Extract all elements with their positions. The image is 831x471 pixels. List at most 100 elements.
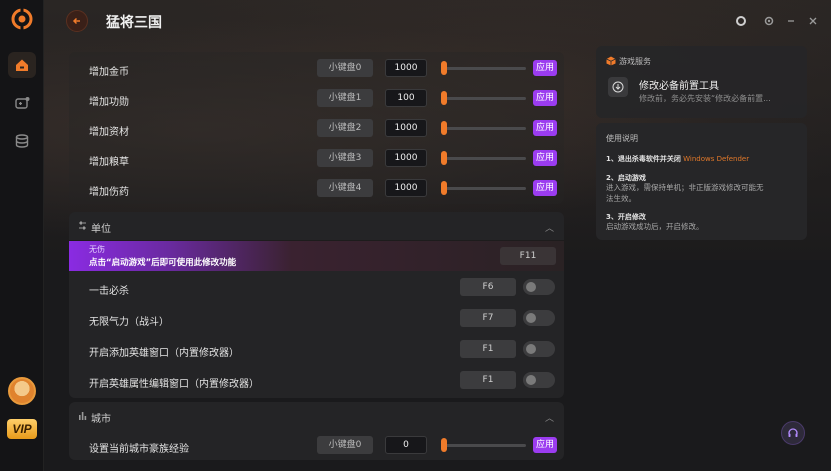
resource-label: 增加粮草	[89, 157, 129, 168]
resource-slider-handle[interactable]	[441, 181, 447, 195]
step2-text: 进入游戏，需保持单机；非正版游戏修改可能无法生效。	[606, 183, 764, 203]
unit-section-header[interactable]: 单位 ︿	[69, 212, 564, 240]
resource-hotkey[interactable]: 小键盘3	[317, 149, 373, 167]
close-button[interactable]	[806, 14, 820, 28]
arrow-left-icon	[72, 17, 80, 25]
chart-icon	[79, 412, 87, 420]
game-service-card: 游戏服务 修改必备前置工具 修改前，务必先安装“修改必备前置...	[596, 46, 807, 118]
download-icon	[612, 81, 624, 93]
chevron-up-icon: ︿	[544, 414, 554, 424]
sidebar: VIP	[0, 0, 44, 471]
unit-option-hotkey[interactable]: F1	[460, 340, 516, 358]
apply-button[interactable]: 应用	[533, 150, 557, 166]
resource-value-input[interactable]: 100	[385, 89, 427, 107]
page-title: 猛将三国	[106, 15, 162, 31]
unit-option-toggle[interactable]	[523, 310, 555, 326]
launch-notice-banner: 无伤 点击“启动游戏”后即可使用此修改功能 F11	[69, 241, 564, 271]
step3-text: 启动游戏成功后，开启修改。	[606, 222, 704, 231]
unit-option-toggle[interactable]	[523, 341, 555, 357]
tool-title[interactable]: 修改必备前置工具	[639, 77, 719, 92]
instructions-header: 使用说明	[606, 134, 638, 143]
unit-option-hotkey[interactable]: F6	[460, 278, 516, 296]
resource-value-input[interactable]: 1000	[385, 149, 427, 167]
unit-rows-panel: 一击必杀 F6 无限气力（战斗） F7 开启添加英雄窗口（内置修改器） F1 开…	[69, 271, 564, 398]
step1-highlight: Windows Defender	[683, 155, 750, 163]
city-value-input[interactable]: 0	[385, 436, 427, 454]
banner-tag: 无伤	[89, 245, 105, 254]
chevron-up-icon: ︿	[544, 224, 554, 234]
resource-slider-handle[interactable]	[441, 91, 447, 105]
download-button[interactable]	[608, 77, 628, 97]
user-avatar[interactable]	[8, 377, 36, 405]
resource-slider-track[interactable]	[441, 97, 526, 100]
city-rows-panel: 设置当前城市豪族经验 小键盘0 0 应用	[69, 430, 564, 460]
apply-button[interactable]: 应用	[533, 90, 557, 106]
tool-description: 修改前，务必先安装“修改必备前置...	[639, 94, 771, 103]
apply-button[interactable]: 应用	[533, 180, 557, 196]
resource-slider-track[interactable]	[441, 127, 526, 130]
service-header: 游戏服务	[619, 57, 651, 66]
back-button[interactable]	[66, 10, 88, 32]
sliders-icon	[79, 221, 86, 230]
resource-label: 增加资材	[89, 127, 129, 138]
resource-hotkey[interactable]: 小键盘2	[317, 119, 373, 137]
resource-panel: 增加金币 小键盘0 1000 应用 增加功勋 小键盘1 100 应用 增加资材 …	[69, 52, 564, 204]
resource-value-input[interactable]: 1000	[385, 59, 427, 77]
resource-slider-handle[interactable]	[441, 151, 447, 165]
apply-button[interactable]: 应用	[533, 120, 557, 136]
apply-button[interactable]: 应用	[533, 60, 557, 76]
resource-label: 增加功勋	[89, 97, 129, 108]
resource-label: 增加金币	[89, 67, 129, 78]
resource-slider-handle[interactable]	[441, 61, 447, 75]
resource-label: 增加伤药	[89, 187, 129, 198]
apply-button[interactable]: 应用	[533, 437, 557, 453]
unit-option-hotkey[interactable]: F1	[460, 371, 516, 389]
instruction-step-1: 1、退出杀毒软件并关闭 Windows Defender	[606, 154, 749, 164]
resource-hotkey[interactable]: 小键盘0	[317, 59, 373, 77]
unit-option-label: 开启添加英雄窗口（内置修改器）	[89, 348, 239, 359]
unit-option-label: 无限气力（战斗）	[89, 317, 169, 328]
section-title: 单位	[91, 224, 111, 235]
database-icon	[15, 134, 29, 148]
nav-library-button[interactable]	[8, 128, 36, 154]
banner-notice: 点击“启动游戏”后即可使用此修改功能	[89, 258, 237, 268]
resource-hotkey[interactable]: 小键盘1	[317, 89, 373, 107]
banner-hotkey[interactable]: F11	[500, 247, 556, 265]
city-option-label: 设置当前城市豪族经验	[89, 444, 189, 455]
unit-option-label: 开启英雄属性编辑窗口（内置修改器）	[89, 379, 259, 390]
settings-button[interactable]	[762, 14, 776, 28]
nav-games-button[interactable]	[8, 90, 36, 116]
unit-option-label: 一击必杀	[89, 286, 129, 297]
resource-hotkey[interactable]: 小键盘4	[317, 179, 373, 197]
minimize-icon	[788, 20, 794, 22]
app-logo-icon	[11, 8, 33, 30]
resource-slider-track[interactable]	[441, 157, 526, 160]
vip-badge[interactable]: VIP	[7, 419, 37, 439]
city-section-header[interactable]: 城市 ︿	[69, 402, 564, 430]
section-title: 城市	[91, 414, 111, 425]
unit-option-hotkey[interactable]: F7	[460, 309, 516, 327]
nav-home-button[interactable]	[8, 52, 36, 78]
cube-icon	[606, 56, 616, 66]
gamepad-icon	[14, 97, 29, 109]
city-slider-track[interactable]	[441, 444, 526, 447]
unit-option-toggle[interactable]	[523, 372, 555, 388]
home-icon	[16, 59, 28, 71]
theme-button[interactable]	[734, 14, 748, 28]
circle-icon	[736, 16, 746, 26]
headset-icon	[788, 428, 798, 437]
topbar: 猛将三国	[44, 0, 831, 44]
resource-slider-track[interactable]	[441, 187, 526, 190]
gear-icon	[764, 16, 774, 26]
resource-value-input[interactable]: 1000	[385, 119, 427, 137]
instructions-card: 使用说明 1、退出杀毒软件并关闭 Windows Defender 2、启动游戏…	[596, 123, 807, 240]
resource-slider-handle[interactable]	[441, 121, 447, 135]
step1-text: 1、退出杀毒软件并关闭	[606, 155, 681, 163]
support-button[interactable]	[781, 421, 805, 445]
resource-value-input[interactable]: 1000	[385, 179, 427, 197]
unit-option-toggle[interactable]	[523, 279, 555, 295]
city-slider-handle[interactable]	[441, 438, 447, 452]
minimize-button[interactable]	[784, 14, 798, 28]
city-option-hotkey[interactable]: 小键盘0	[317, 436, 373, 454]
resource-slider-track[interactable]	[441, 67, 526, 70]
